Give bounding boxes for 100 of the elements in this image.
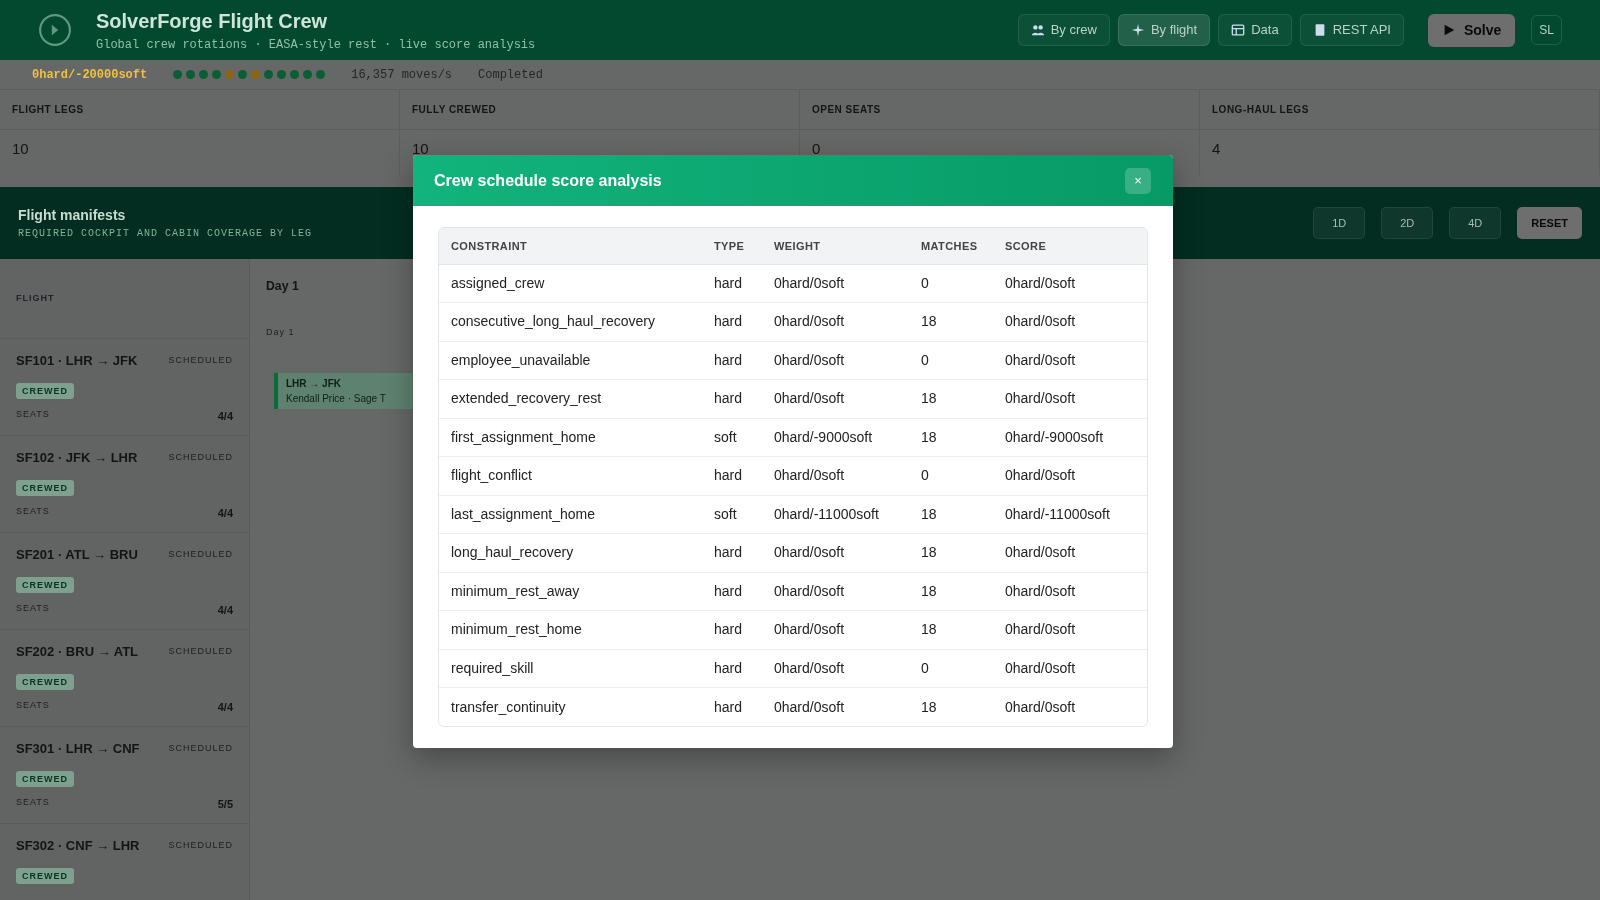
nav-tab[interactable]: REST API [1299, 14, 1404, 46]
zoom-button[interactable]: 4D [1449, 206, 1502, 240]
table-cell: hard [702, 687, 762, 726]
seats-value: 5/5 [217, 796, 233, 812]
table-cell: 0 [909, 456, 993, 495]
table-cell: 0hard/-11000soft [993, 495, 1147, 534]
reset-button[interactable]: RESET [1517, 206, 1582, 240]
table-cell: 0hard/0soft [762, 456, 909, 495]
table-cell: 18 [909, 418, 993, 457]
nav-tab[interactable]: By crew [1017, 14, 1110, 46]
seats-label: SEATS [16, 795, 50, 809]
table-cell: flight_conflict [439, 456, 702, 495]
table-cell: minimum_rest_home [439, 610, 702, 649]
table-cell: 0 [909, 264, 993, 303]
table-cell: required_skill [439, 649, 702, 688]
solve-button[interactable]: Solve [1427, 13, 1516, 47]
dialog-title: Crew schedule score analysis [434, 170, 662, 191]
table-cell: 0hard/0soft [993, 264, 1147, 303]
stat-label: OPEN SEATS [800, 90, 1199, 130]
status-badge: CREWED [16, 576, 74, 593]
stat-label: FLIGHT LEGS [0, 90, 399, 130]
status-text: SCHEDULED [168, 451, 233, 464]
flight-code: SF201 · ATL → BRU [16, 546, 138, 564]
nav-tab[interactable]: Data [1218, 14, 1292, 46]
table-cell: last_assignment_home [439, 495, 702, 534]
table-cell: transfer_continuity [439, 687, 702, 726]
flight-code: SF202 · BRU → ATL [16, 643, 139, 661]
table-cell: 18 [909, 379, 993, 418]
table-cell: soft [702, 495, 762, 534]
table-cell: first_assignment_home [439, 418, 702, 457]
table-cell: 18 [909, 572, 993, 611]
stat-label: FULLY CREWED [400, 90, 799, 130]
table-icon [1231, 23, 1246, 37]
table-cell: 0hard/0soft [993, 687, 1147, 726]
flight-code: SF301 · LHR → CNF [16, 740, 140, 758]
flight-code: SF101 · LHR → JFK [16, 352, 138, 370]
table-cell: hard [702, 533, 762, 572]
state-text: Completed [478, 66, 543, 84]
flight-code: SF102 · JFK → LHR [16, 449, 138, 467]
status-badge: CREWED [16, 770, 74, 787]
status-text: SCHEDULED [168, 645, 233, 658]
table-cell: hard [702, 456, 762, 495]
table-cell: 0hard/0soft [993, 572, 1147, 611]
day-header: Day 1 [266, 279, 299, 293]
app-title: SolverForge Flight Crew [96, 9, 329, 34]
table-cell: 0hard/0soft [993, 649, 1147, 688]
section-subtitle: REQUIRED COCKPIT AND CABIN COVERAGE BY LEG [18, 227, 313, 241]
status-text: SCHEDULED [168, 354, 233, 367]
status-badge: CREWED [16, 673, 74, 690]
column-header: TYPE [702, 228, 762, 264]
table-cell: 0hard/0soft [993, 341, 1147, 380]
zoom-button[interactable]: 1D [1313, 206, 1366, 240]
column-header: FLIGHT [16, 291, 55, 305]
table-cell: hard [702, 302, 762, 341]
column-header: MATCHES [909, 228, 993, 264]
section-title: Flight manifests [18, 206, 127, 225]
status-badge: CREWED [16, 479, 74, 496]
seats-value: 4/4 [217, 408, 233, 424]
user-button[interactable]: SL [1531, 15, 1562, 45]
table-cell: 0hard/-9000soft [993, 418, 1147, 457]
status-badge: CREWED [16, 867, 74, 884]
zoom-button[interactable]: 2D [1381, 206, 1434, 240]
table-cell: 18 [909, 495, 993, 534]
table-cell: assigned_crew [439, 264, 702, 303]
day-label: Day 1 [266, 327, 295, 337]
nav-tab[interactable]: By flight [1117, 14, 1211, 46]
table-cell: 0hard/0soft [762, 610, 909, 649]
column-header: WEIGHT [762, 228, 909, 264]
stat-value: 0 [812, 140, 821, 157]
seats-label: SEATS [16, 504, 50, 518]
column-header: CONSTRAINT [439, 228, 702, 264]
table-cell: 0 [909, 649, 993, 688]
stat-value: 10 [12, 140, 29, 157]
table-cell: 0hard/0soft [993, 302, 1147, 341]
table-cell: hard [702, 341, 762, 380]
app-subtitle: Global crew rotations · EASA-style rest · live score analysis [96, 37, 536, 54]
table-cell: 0hard/-11000soft [762, 495, 909, 534]
table-cell: 0hard/0soft [993, 533, 1147, 572]
table-cell: 0hard/-9000soft [762, 418, 909, 457]
column-header: SCORE [993, 228, 1147, 264]
table-cell: minimum_rest_away [439, 572, 702, 611]
table-cell: 0hard/0soft [993, 379, 1147, 418]
table-cell: hard [702, 264, 762, 303]
logo-icon [38, 13, 72, 47]
stat-value: 10 [412, 140, 429, 157]
table-cell: 0hard/0soft [762, 302, 909, 341]
table-cell: hard [702, 379, 762, 418]
table-cell: hard [702, 649, 762, 688]
stat-label: LONG-HAUL LEGS [1200, 90, 1599, 130]
table-cell: 0hard/0soft [762, 341, 909, 380]
flight-code: SF302 · CNF → LHR [16, 837, 140, 855]
table-cell: 0 [909, 341, 993, 380]
status-text: SCHEDULED [168, 839, 233, 852]
table-cell: hard [702, 610, 762, 649]
stat-value: 4 [1212, 140, 1221, 157]
people-icon [1030, 23, 1045, 37]
table-cell: extended_recovery_rest [439, 379, 702, 418]
seats-label: SEATS [16, 407, 50, 421]
table-cell: 0hard/0soft [762, 379, 909, 418]
table-cell: hard [702, 572, 762, 611]
